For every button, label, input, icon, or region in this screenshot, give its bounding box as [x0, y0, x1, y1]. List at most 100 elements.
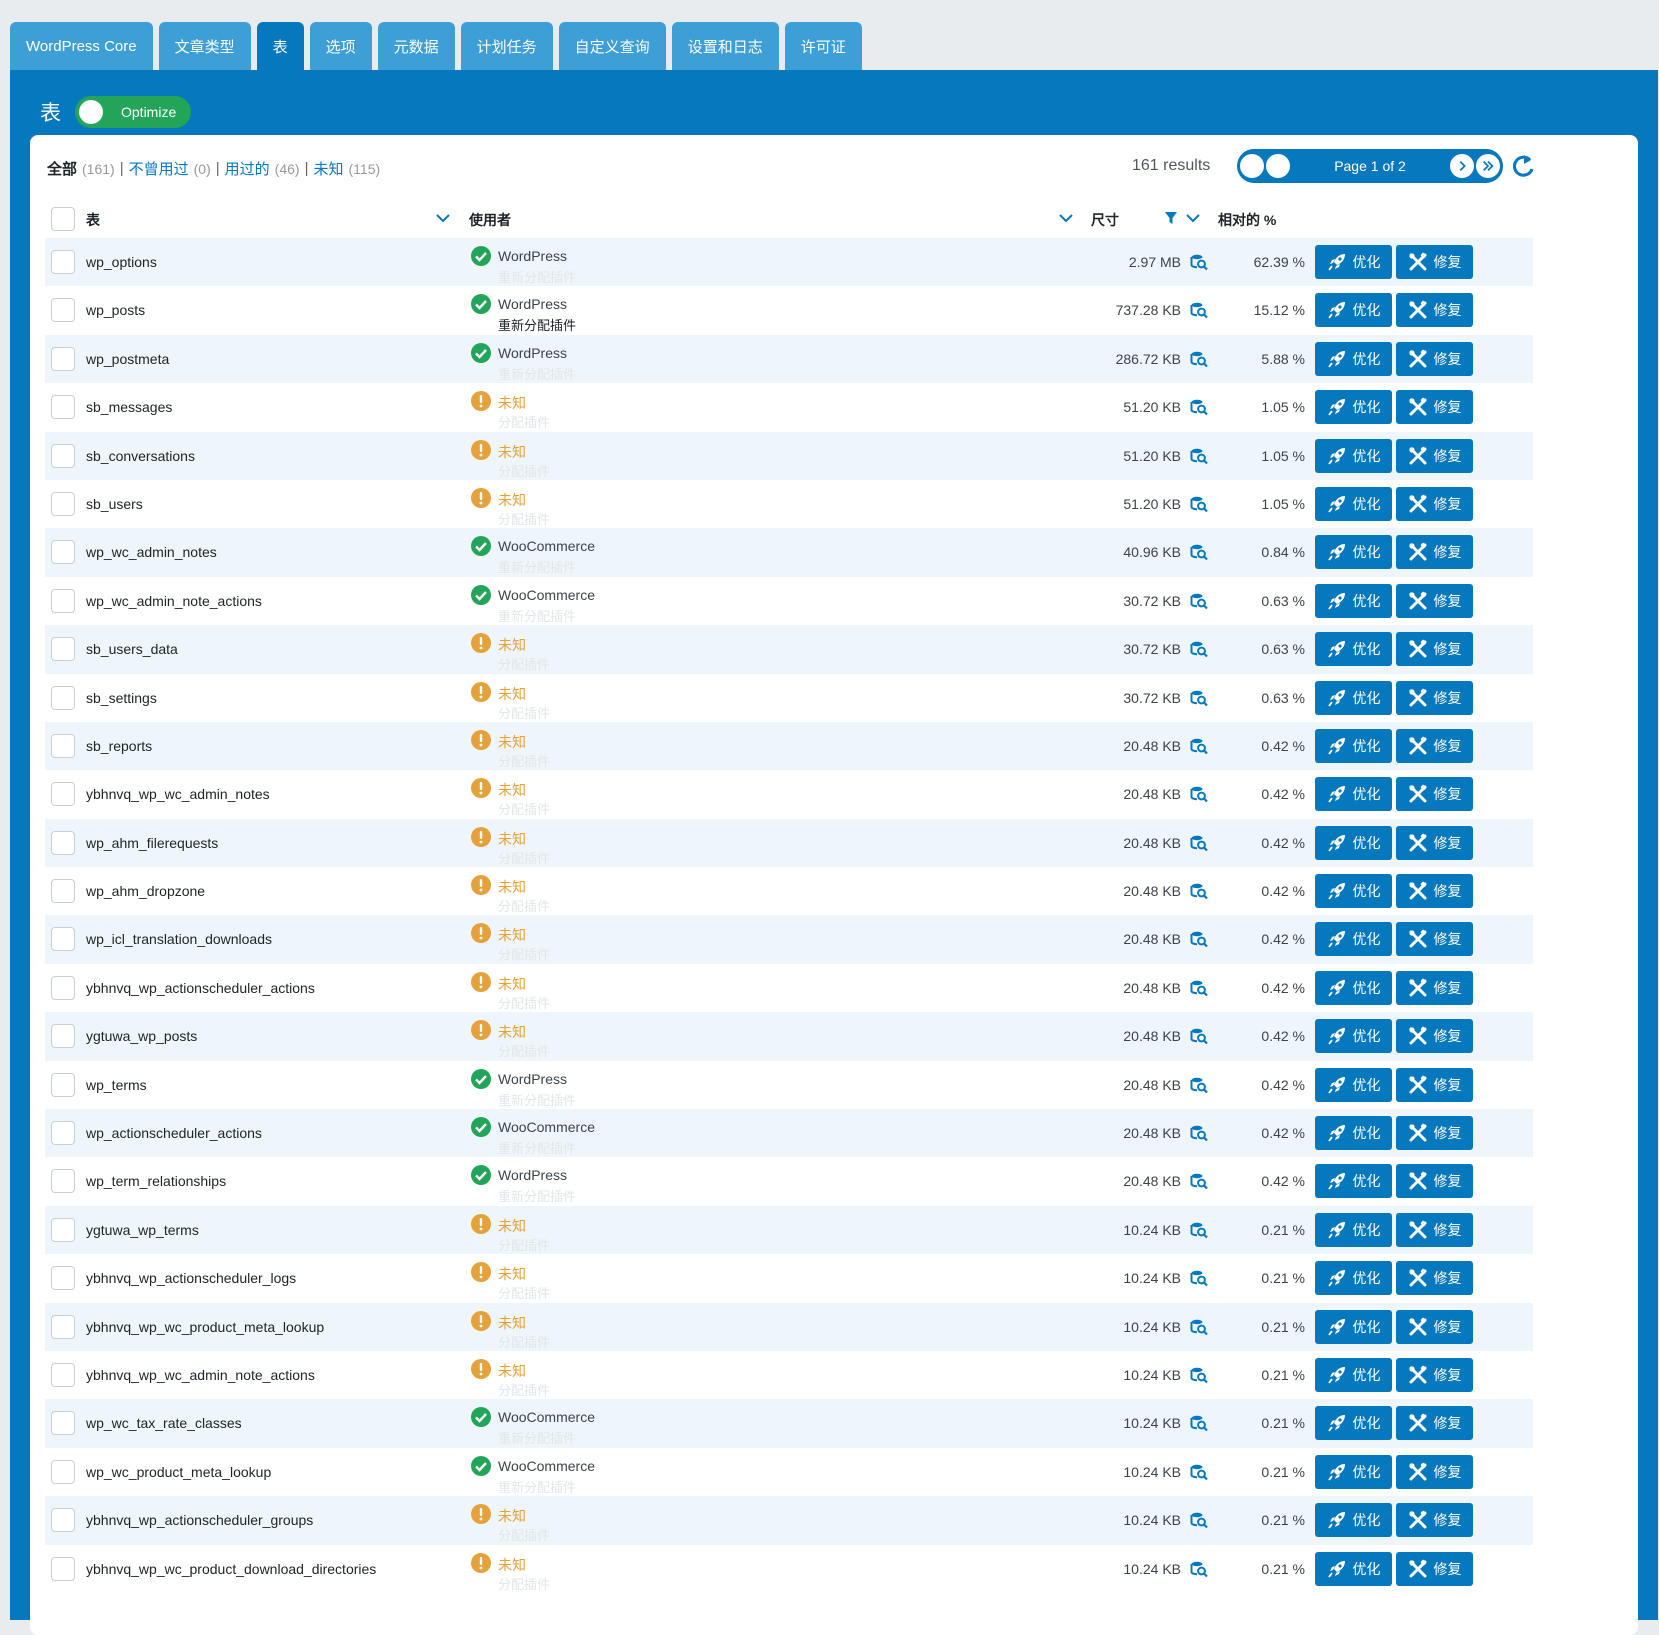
db-search-icon[interactable] [1190, 640, 1208, 658]
repair-button[interactable]: 修复 [1396, 1212, 1473, 1247]
optimize-button[interactable]: 优化 [1315, 1116, 1392, 1151]
optimize-button[interactable]: 优化 [1315, 1309, 1392, 1344]
assign-plugin-link[interactable]: 重新分配插件 [498, 315, 576, 334]
db-search-icon[interactable] [1190, 1511, 1208, 1529]
row-checkbox[interactable] [51, 443, 75, 468]
assign-plugin-link[interactable]: 分配插件 [498, 509, 550, 528]
db-search-icon[interactable] [1190, 930, 1208, 948]
chevron-down-icon[interactable] [1185, 210, 1201, 226]
assign-plugin-link[interactable]: 分配插件 [498, 944, 550, 963]
assign-plugin-link[interactable]: 重新分配插件 [498, 1186, 576, 1205]
db-search-icon[interactable] [1190, 1027, 1208, 1045]
refresh-icon[interactable] [1508, 151, 1538, 181]
assign-plugin-link[interactable]: 分配插件 [498, 1574, 550, 1593]
repair-button[interactable]: 修复 [1396, 632, 1473, 667]
assign-plugin-link[interactable]: 重新分配插件 [498, 1477, 576, 1496]
db-search-icon[interactable] [1190, 1414, 1208, 1432]
repair-button[interactable]: 修复 [1396, 874, 1473, 909]
optimize-button[interactable]: 优化 [1315, 1164, 1392, 1199]
assign-plugin-link[interactable]: 分配插件 [498, 848, 550, 867]
repair-button[interactable]: 修复 [1396, 535, 1473, 570]
db-search-icon[interactable] [1190, 543, 1208, 561]
db-search-icon[interactable] [1190, 1269, 1208, 1287]
repair-button[interactable]: 修复 [1396, 728, 1473, 763]
tab-options[interactable]: 选项 [309, 22, 372, 70]
optimize-button[interactable]: 优化 [1315, 874, 1392, 909]
tab-wordpress-core[interactable]: WordPress Core [10, 22, 153, 70]
db-search-icon[interactable] [1190, 447, 1208, 465]
row-checkbox[interactable] [51, 1556, 75, 1581]
assign-plugin-link[interactable]: 重新分配插件 [498, 364, 576, 383]
repair-button[interactable]: 修复 [1396, 390, 1473, 425]
db-search-icon[interactable] [1190, 1463, 1208, 1481]
assign-plugin-link[interactable]: 分配插件 [498, 461, 550, 480]
repair-button[interactable]: 修复 [1396, 970, 1473, 1005]
optimize-button[interactable]: 优化 [1315, 1212, 1392, 1247]
assign-plugin-link[interactable]: 分配插件 [498, 1235, 550, 1254]
db-search-icon[interactable] [1190, 1172, 1208, 1190]
repair-button[interactable]: 修复 [1396, 825, 1473, 860]
optimize-button[interactable]: 优化 [1315, 486, 1392, 521]
select-all-checkbox[interactable] [51, 207, 75, 231]
row-checkbox[interactable] [51, 1024, 75, 1049]
tab-metadata[interactable]: 元数据 [377, 22, 455, 70]
row-checkbox[interactable] [51, 250, 75, 274]
repair-button[interactable]: 修复 [1396, 1261, 1473, 1296]
tab-settings-logs[interactable]: 设置和日志 [671, 22, 779, 70]
db-search-icon[interactable] [1190, 882, 1208, 900]
repair-button[interactable]: 修复 [1396, 1357, 1473, 1392]
assign-plugin-link[interactable]: 分配插件 [498, 751, 550, 770]
assign-plugin-link[interactable]: 重新分配插件 [498, 1090, 576, 1109]
db-search-icon[interactable] [1190, 979, 1208, 997]
chevron-down-icon[interactable] [1058, 210, 1074, 226]
tab-custom-queries[interactable]: 自定义查询 [558, 22, 666, 70]
optimize-button[interactable]: 优化 [1315, 680, 1392, 715]
db-search-icon[interactable] [1190, 301, 1208, 319]
db-search-icon[interactable] [1190, 737, 1208, 755]
db-search-icon[interactable] [1190, 785, 1208, 803]
repair-button[interactable]: 修复 [1396, 583, 1473, 618]
db-search-icon[interactable] [1190, 1221, 1208, 1239]
filter-unknown[interactable]: 未知 [313, 158, 343, 179]
repair-button[interactable]: 修复 [1396, 486, 1473, 521]
row-checkbox[interactable] [51, 637, 75, 662]
repair-button[interactable]: 修复 [1396, 1067, 1473, 1102]
optimize-button[interactable]: 优化 [1315, 293, 1392, 328]
optimize-button[interactable]: 优化 [1315, 777, 1392, 812]
last-page-button[interactable] [1476, 154, 1500, 178]
repair-button[interactable]: 修复 [1396, 1164, 1473, 1199]
optimize-button[interactable]: 优化 [1315, 1261, 1392, 1296]
assign-plugin-link[interactable]: 分配插件 [498, 1283, 550, 1302]
optimize-button[interactable]: 优化 [1315, 438, 1392, 473]
db-search-icon[interactable] [1190, 834, 1208, 852]
optimize-button[interactable]: 优化 [1315, 970, 1392, 1005]
row-checkbox[interactable] [51, 298, 75, 323]
optimize-button[interactable]: 优化 [1315, 1406, 1392, 1441]
row-checkbox[interactable] [51, 1314, 75, 1339]
row-checkbox[interactable] [51, 588, 75, 613]
db-search-icon[interactable] [1190, 495, 1208, 513]
db-search-icon[interactable] [1190, 1366, 1208, 1384]
row-checkbox[interactable] [51, 927, 75, 952]
optimize-button[interactable]: 优化 [1315, 1357, 1392, 1392]
optimize-button[interactable]: 优化 [1315, 245, 1392, 279]
assign-plugin-link[interactable]: 重新分配插件 [498, 267, 576, 286]
db-search-icon[interactable] [1190, 253, 1208, 271]
filter-icon[interactable] [1163, 210, 1179, 226]
repair-button[interactable]: 修复 [1396, 1309, 1473, 1344]
optimize-button[interactable]: 优化 [1315, 632, 1392, 667]
chevron-down-icon[interactable] [435, 210, 451, 226]
row-checkbox[interactable] [51, 1362, 75, 1387]
optimize-toggle[interactable]: Optimize [75, 96, 191, 128]
row-checkbox[interactable] [51, 1121, 75, 1146]
repair-button[interactable]: 修复 [1396, 341, 1473, 376]
row-checkbox[interactable] [51, 1169, 75, 1194]
db-search-icon[interactable] [1190, 1318, 1208, 1336]
assign-plugin-link[interactable]: 分配插件 [498, 654, 550, 673]
assign-plugin-link[interactable]: 重新分配插件 [498, 557, 576, 576]
repair-button[interactable]: 修复 [1396, 922, 1473, 957]
row-checkbox[interactable] [51, 879, 75, 904]
repair-button[interactable]: 修复 [1396, 1503, 1473, 1538]
row-checkbox[interactable] [51, 1459, 75, 1484]
db-search-icon[interactable] [1190, 398, 1208, 416]
